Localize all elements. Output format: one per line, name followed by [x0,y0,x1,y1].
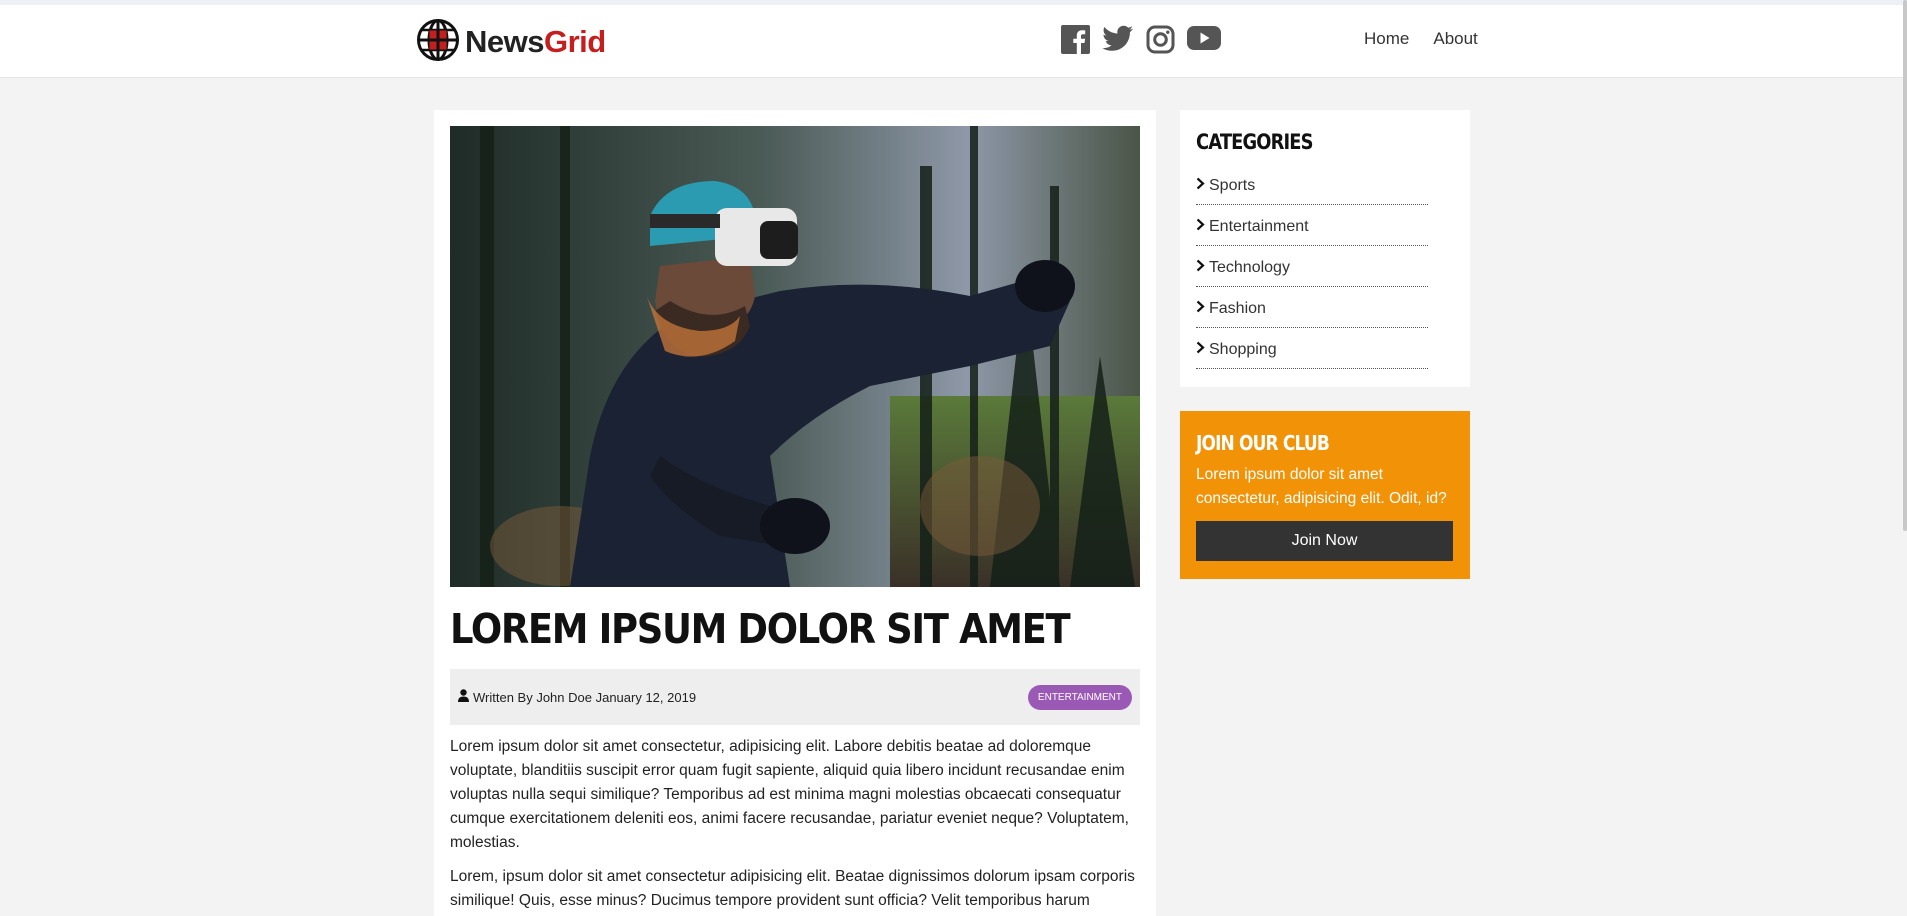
article-card: Lorem Ipsum Dolor Sit Amet Written By Jo… [434,110,1156,916]
article-hero-image [450,126,1140,587]
chevron-right-icon [1196,259,1205,277]
categories-list: Sports Entertainment Technology Fashion … [1196,164,1428,369]
youtube-icon[interactable] [1187,25,1221,57]
site-logo[interactable]: NewsGrid [417,18,606,66]
twitter-icon[interactable] [1102,25,1134,57]
chevron-right-icon [1196,341,1205,359]
instagram-icon[interactable] [1146,25,1175,57]
article-byline: Written By John Doe January 12, 2019 [473,689,697,705]
nav-about-link[interactable]: About [1433,29,1477,49]
nav-home-link[interactable]: Home [1364,29,1409,49]
chevron-right-icon [1196,218,1205,236]
logo-text: NewsGrid [465,24,606,59]
user-icon [458,689,469,705]
categories-widget: Categories Sports Entertainment Technolo… [1180,110,1470,387]
facebook-icon[interactable] [1061,25,1090,57]
category-item-fashion[interactable]: Fashion [1196,287,1428,328]
join-now-button[interactable]: Join Now [1196,521,1453,561]
club-heading: Join Our Club [1196,431,1330,455]
category-item-sports[interactable]: Sports [1196,164,1428,205]
main-nav: Home About [1364,29,1478,49]
page-scrollbar[interactable] [1903,0,1907,531]
site-header: NewsGrid Home About [0,5,1907,78]
article-paragraph: Lorem, ipsum dolor sit amet consectetur … [450,868,1135,909]
join-club-widget: Join Our Club Lorem ipsum dolor sit amet… [1180,411,1470,579]
chevron-right-icon [1196,177,1205,195]
category-item-technology[interactable]: Technology [1196,246,1428,287]
category-badge[interactable]: Entertainment [1027,684,1132,710]
article-meta-bar: Written By John Doe January 12, 2019 Ent… [450,669,1140,725]
chevron-right-icon [1196,300,1205,318]
article-title: Lorem Ipsum Dolor Sit Amet [450,605,1071,653]
article-paragraph: Lorem ipsum dolor sit amet consectetur, … [450,738,1129,851]
social-links [1061,25,1221,57]
category-item-entertainment[interactable]: Entertainment [1196,205,1428,246]
category-item-shopping[interactable]: Shopping [1196,328,1428,369]
club-text: Lorem ipsum dolor sit amet consectetur, … [1196,466,1447,507]
categories-heading: Categories [1196,130,1314,154]
globe-icon [417,18,459,66]
